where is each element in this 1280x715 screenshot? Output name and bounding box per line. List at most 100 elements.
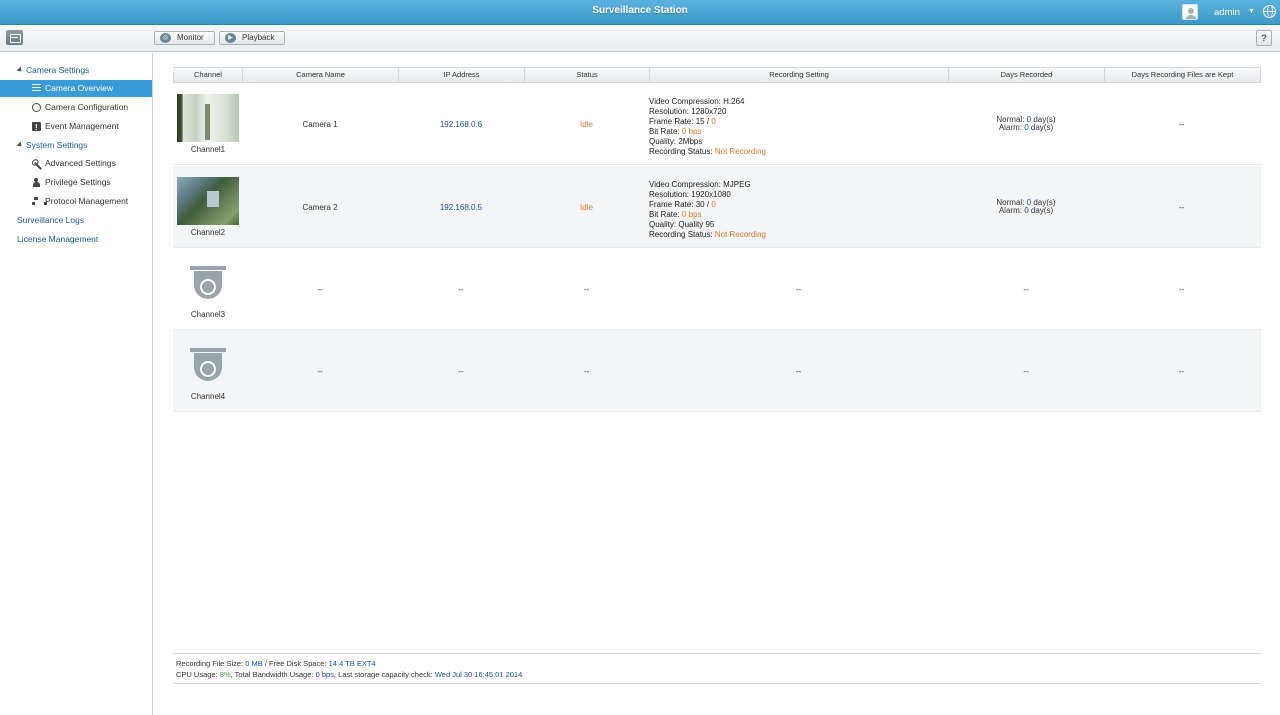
sidebar-item-label: Advanced Settings	[45, 158, 116, 168]
separator: /	[706, 200, 710, 209]
separator: /	[706, 117, 710, 126]
days-recorded: --	[1023, 366, 1029, 376]
ip-address: --	[458, 284, 464, 294]
table-row[interactable]: Channel3 -- -- -- -- -- --	[173, 248, 1261, 330]
column-header-recording-setting[interactable]: Recording Setting	[650, 68, 949, 82]
sidebar-item-label: Camera Configuration	[45, 102, 129, 112]
column-header-ip-address[interactable]: IP Address	[399, 68, 525, 82]
monitor-button[interactable]: ◎ Monitor	[154, 31, 215, 45]
label: Bit Rate:	[649, 127, 680, 136]
status-text: --	[583, 284, 590, 294]
toolbar: ◎ Monitor ▶ Playback ?	[0, 25, 1280, 52]
days-kept: --	[1178, 366, 1185, 376]
nav-group-camera-settings[interactable]: Camera Settings	[0, 62, 153, 78]
channel-label: Channel2	[190, 228, 226, 237]
value: 1920x1080	[691, 190, 731, 199]
column-header-status[interactable]: Status	[525, 68, 650, 82]
label: Quality:	[649, 137, 677, 146]
days-alarm: Alarm: 0 day(s)	[996, 206, 1055, 216]
camera-icon	[32, 103, 41, 112]
help-button[interactable]: ?	[1256, 30, 1272, 46]
sidebar-item-license-management[interactable]: License Management	[17, 234, 98, 244]
label: Recording File Size:	[176, 659, 244, 668]
column-header-camera-name[interactable]: Camera Name	[243, 68, 399, 82]
value-actual: 0	[711, 200, 716, 209]
recording-setting: Video Compression: H.264 Resolution: 128…	[649, 97, 947, 157]
bandwidth-usage: 0 bps	[315, 670, 334, 679]
sidebar-item-privilege-settings[interactable]: Privilege Settings	[0, 174, 152, 191]
camera-thumbnail[interactable]	[177, 177, 239, 225]
user-avatar-icon[interactable]	[1182, 4, 1198, 20]
sidebar: Camera Settings Camera Overview Camera C…	[0, 53, 153, 715]
cpu-usage: 8%	[219, 670, 231, 679]
monitor-icon: ◎	[160, 33, 171, 43]
value: 30	[695, 200, 705, 209]
unit: day(s)	[1030, 206, 1054, 215]
sidebar-item-surveillance-logs[interactable]: Surveillance Logs	[17, 215, 84, 225]
value: 1280x720	[691, 107, 727, 116]
days-recorded: --	[1023, 284, 1029, 294]
label: , Last storage capacity check:	[333, 670, 433, 679]
sidebar-item-advanced-settings[interactable]: Advanced Settings	[0, 155, 152, 172]
rec-resolution: Resolution: 1280x720	[649, 107, 947, 117]
rec-quality: Quality: Quality 95	[649, 220, 947, 230]
camera-name: Camera 1	[302, 119, 338, 129]
value: 0	[1024, 206, 1029, 215]
sidebar-item-camera-overview[interactable]: Camera Overview	[0, 80, 152, 97]
alert-icon	[32, 119, 41, 136]
ip-address: --	[458, 366, 464, 376]
camera-name: --	[317, 284, 323, 294]
sidebar-item-label: Event Management	[45, 121, 119, 131]
rec-framerate: Frame Rate: 15 / 0	[649, 117, 947, 127]
value: 15	[695, 117, 705, 126]
globe-icon[interactable]	[1263, 5, 1276, 18]
label: Quality:	[649, 220, 677, 229]
recording-setting: Video Compression: MJPEG Resolution: 192…	[649, 180, 947, 240]
column-header-days-kept[interactable]: Days Recording Files are Kept	[1105, 68, 1260, 82]
rec-framerate: Frame Rate: 30 / 0	[649, 200, 947, 210]
sidebar-item-event-management[interactable]: Event Management	[0, 118, 152, 136]
value: 0 bps	[681, 210, 702, 219]
value: Not Recording	[714, 230, 766, 239]
sidebar-toggle-icon[interactable]	[6, 30, 23, 45]
days-kept: --	[1178, 119, 1185, 129]
table-row[interactable]: Channel1 Camera 1 192.168.0.6 Idle Video…	[173, 83, 1261, 165]
dome-camera-icon[interactable]	[190, 266, 226, 302]
user-menu[interactable]: admin	[1214, 7, 1240, 18]
dome-camera-icon[interactable]	[190, 348, 226, 384]
network-icon	[32, 197, 47, 206]
value: Quality 95	[678, 220, 715, 229]
monitor-button-label: Monitor	[177, 33, 204, 42]
ip-address[interactable]: 192.168.0.6	[398, 83, 524, 165]
table-row[interactable]: Channel2 Camera 2 192.168.0.5 Idle Video…	[173, 166, 1261, 248]
label: Alarm:	[998, 206, 1022, 215]
rec-compression: Video Compression: MJPEG	[649, 180, 947, 190]
storage-line: Recording File Size: 0 MB / Free Disk Sp…	[176, 658, 1258, 669]
expand-triangle-icon	[16, 66, 24, 74]
label: Free Disk Space:	[269, 659, 327, 668]
rec-bitrate: Bit Rate: 0 bps	[649, 127, 947, 137]
nav-group-system-settings[interactable]: System Settings	[0, 137, 153, 153]
sidebar-item-label: Camera Overview	[45, 83, 114, 93]
channel-label: Channel4	[190, 392, 226, 401]
days-recorded: Normal: 0 day(s) Alarm: 0 day(s)	[948, 166, 1104, 248]
sidebar-item-camera-configuration[interactable]: Camera Configuration	[0, 99, 152, 116]
sidebar-item-protocol-management[interactable]: Protocol Management	[0, 193, 152, 210]
playback-button[interactable]: ▶ Playback	[219, 31, 285, 45]
label: Recording Status:	[649, 147, 713, 156]
value: 2Mbps	[678, 137, 703, 146]
camera-thumbnail[interactable]	[177, 94, 239, 142]
column-header-days-recorded[interactable]: Days Recorded	[949, 68, 1105, 82]
table-row[interactable]: Channel4 -- -- -- -- -- --	[173, 330, 1261, 412]
ip-address[interactable]: 192.168.0.5	[398, 166, 524, 248]
separator: /	[264, 659, 267, 668]
status-text: Idle	[580, 119, 593, 129]
title-bar: Surveillance Station admin ▼	[0, 0, 1280, 25]
channel-label: Channel3	[190, 310, 226, 319]
user-menu-caret-icon[interactable]: ▼	[1248, 8, 1255, 15]
value-actual: 0	[711, 117, 716, 126]
unit: day(s)	[1030, 123, 1054, 132]
recording-setting: --	[795, 366, 802, 376]
value: 0 bps	[681, 127, 702, 136]
column-header-channel[interactable]: Channel	[174, 68, 243, 82]
